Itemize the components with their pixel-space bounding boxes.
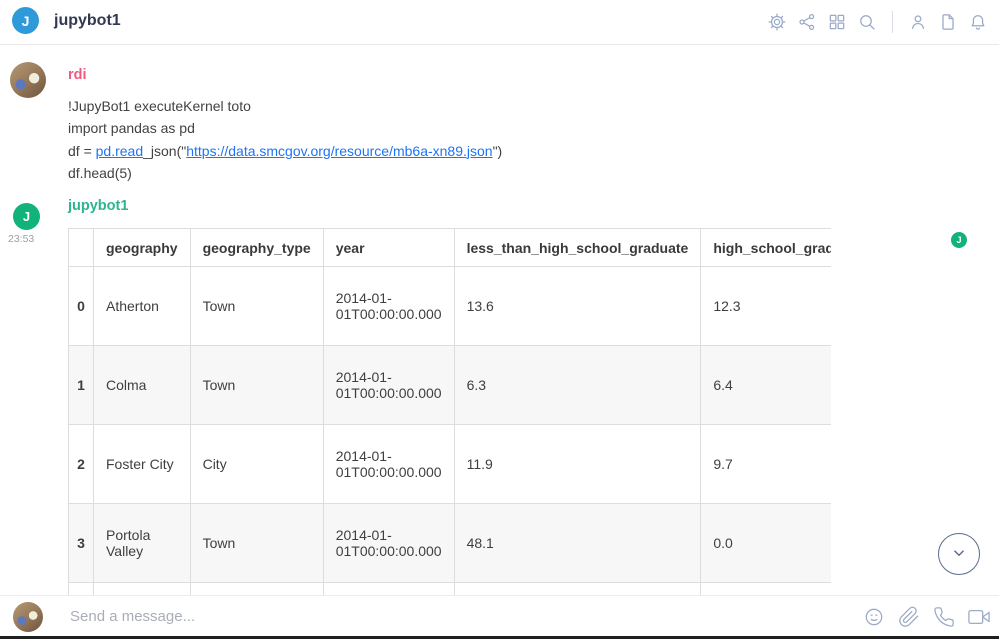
username-jupybot1[interactable]: jupybot1: [68, 198, 128, 214]
dataframe-output: geographygeography_typeyearless_than_hig…: [68, 228, 831, 595]
message-list: rdi !JupyBot1 executeKernel toto import …: [0, 45, 999, 595]
composer-actions: [863, 596, 990, 637]
bell-icon[interactable]: [968, 12, 988, 32]
message-timestamp: 23:53: [8, 233, 34, 245]
table-cell: 48.1: [454, 504, 701, 583]
table-cell: [323, 583, 454, 596]
column-header: high_school_graduate: [701, 229, 831, 267]
table-cell: 6.4: [701, 346, 831, 425]
column-header: geography: [94, 229, 191, 267]
table-cell: 0.0: [701, 504, 831, 583]
dataframe-table: geographygeography_typeyearless_than_hig…: [68, 228, 831, 595]
row-index: 3: [69, 504, 94, 583]
link-dataset-url[interactable]: https://data.smcgov.org/resource/mb6a-xn…: [186, 143, 492, 159]
message-line: !JupyBot1 executeKernel toto: [68, 95, 502, 117]
table-cell: City: [190, 425, 323, 504]
table-cell: 12.3: [701, 267, 831, 346]
table-header-row: geographygeography_typeyearless_than_hig…: [69, 229, 832, 267]
table-row: 0AthertonTown2014-01-01T00:00:00.00013.6…: [69, 267, 832, 346]
table-cell: 2014-01-01T00:00:00.000: [323, 425, 454, 504]
table-cell: Atherton: [94, 267, 191, 346]
table-row: 1ColmaTown2014-01-01T00:00:00.0006.36.4: [69, 346, 832, 425]
table-cell: [94, 583, 191, 596]
chevron-down-icon: [948, 542, 970, 567]
toolbar-divider: [892, 11, 893, 33]
index-column-header: [69, 229, 94, 267]
row-index: 0: [69, 267, 94, 346]
user-icon[interactable]: [908, 12, 928, 32]
table-cell: Town: [190, 267, 323, 346]
settings-icon[interactable]: [767, 12, 787, 32]
row-index: 1: [69, 346, 94, 425]
attachment-icon[interactable]: [898, 606, 920, 628]
read-receipt-badge: J: [951, 232, 967, 248]
username-rdi[interactable]: rdi: [68, 67, 87, 83]
jump-to-bottom-button[interactable]: [938, 533, 980, 575]
emoji-icon[interactable]: [863, 606, 885, 628]
table-cell: 6.3: [454, 346, 701, 425]
table-cell: Town: [190, 346, 323, 425]
message-line: df = pd.read_json("https://data.smcgov.o…: [68, 140, 502, 162]
column-header: geography_type: [190, 229, 323, 267]
table-cell: [701, 583, 831, 596]
code-text: "): [493, 143, 503, 159]
code-text: _json(": [143, 143, 186, 159]
table-cell: 9.7: [701, 425, 831, 504]
channel-title: jupybot1: [54, 12, 121, 30]
table-cell: 13.6: [454, 267, 701, 346]
row-index: [69, 583, 94, 596]
current-user-avatar[interactable]: [13, 602, 43, 632]
code-text: df =: [68, 143, 96, 159]
table-cell: Foster City: [94, 425, 191, 504]
table-cell: [454, 583, 701, 596]
table-row: [69, 583, 832, 596]
bot-avatar-jupybot1[interactable]: J: [13, 203, 40, 230]
header-toolbar: [767, 0, 988, 44]
column-header: year: [323, 229, 454, 267]
table-cell: [190, 583, 323, 596]
phone-icon[interactable]: [933, 606, 955, 628]
table-cell: 2014-01-01T00:00:00.000: [323, 267, 454, 346]
table-row: 3Portola ValleyTown2014-01-01T00:00:00.0…: [69, 504, 832, 583]
message-input[interactable]: Send a message...: [70, 608, 670, 625]
message-composer: Send a message...: [0, 595, 999, 637]
table-cell: 2014-01-01T00:00:00.000: [323, 346, 454, 425]
video-call-icon[interactable]: [968, 606, 990, 628]
table-cell: Portola Valley: [94, 504, 191, 583]
table-row: 2Foster CityCity2014-01-01T00:00:00.0001…: [69, 425, 832, 504]
table-cell: 11.9: [454, 425, 701, 504]
message-line: import pandas as pd: [68, 117, 502, 139]
table-cell: 2014-01-01T00:00:00.000: [323, 504, 454, 583]
table-cell: Colma: [94, 346, 191, 425]
row-index: 2: [69, 425, 94, 504]
user-avatar-rdi[interactable]: [10, 62, 46, 98]
link-pd-read[interactable]: pd.read: [96, 143, 143, 159]
apps-grid-icon[interactable]: [827, 12, 847, 32]
user-message-body: !JupyBot1 executeKernel toto import pand…: [68, 95, 502, 184]
chat-app-window: J jupybot1: [0, 0, 999, 639]
column-header: less_than_high_school_graduate: [454, 229, 701, 267]
table-cell: Town: [190, 504, 323, 583]
message-line: df.head(5): [68, 162, 502, 184]
share-icon[interactable]: [797, 12, 817, 32]
channel-avatar[interactable]: J: [12, 7, 39, 34]
channel-header: J jupybot1: [0, 0, 999, 45]
search-icon[interactable]: [857, 12, 877, 32]
file-icon[interactable]: [938, 12, 958, 32]
